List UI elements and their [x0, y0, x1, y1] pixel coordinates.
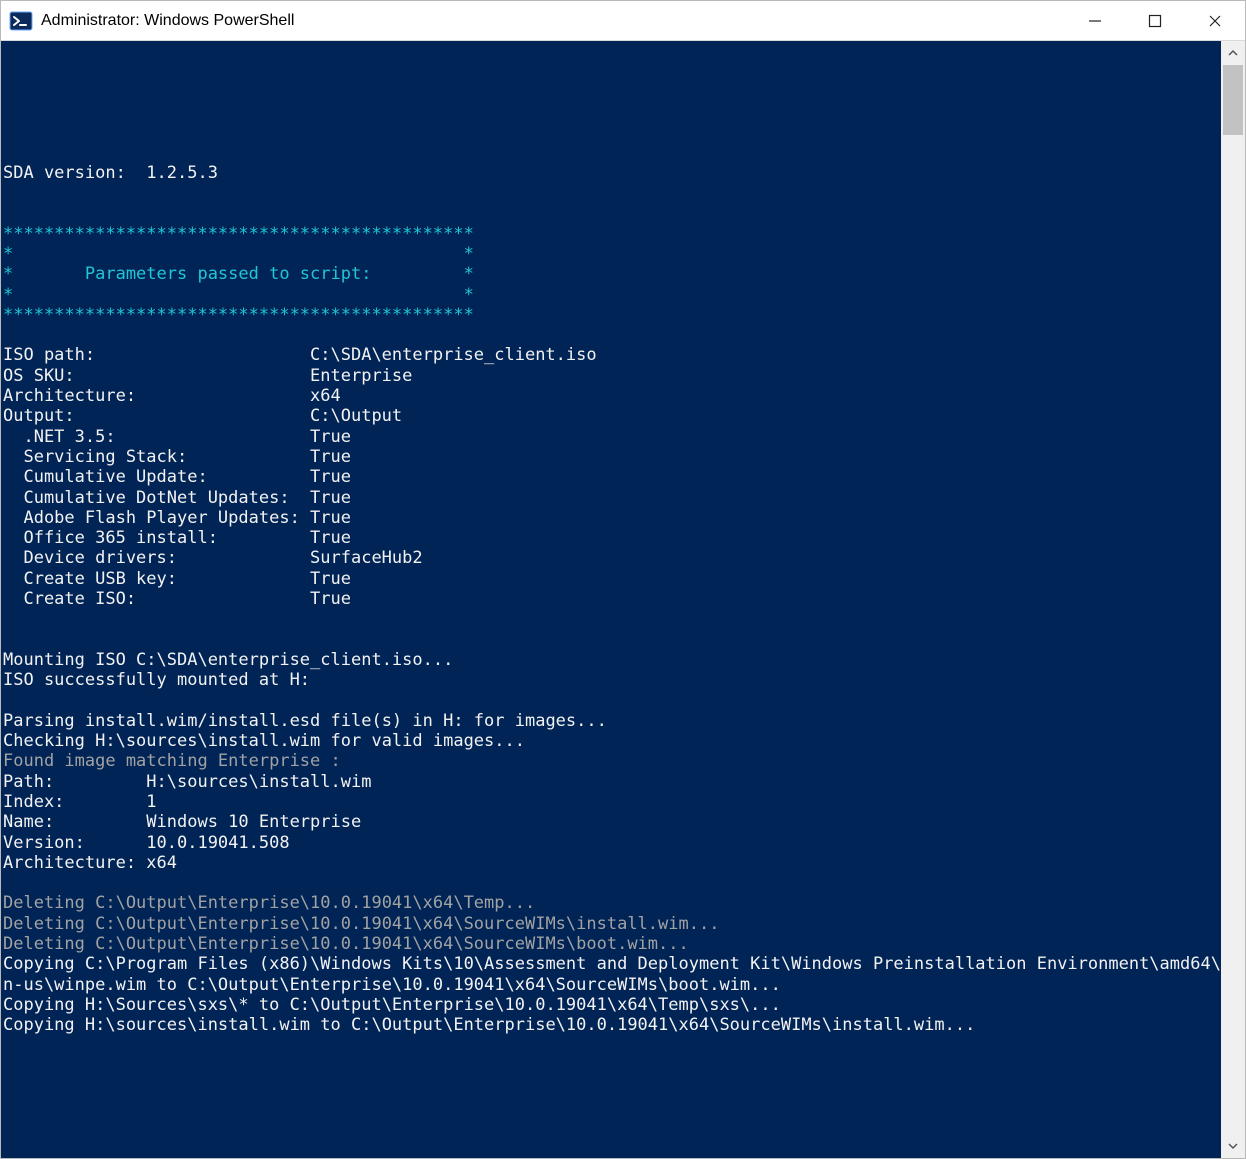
param-label-drivers: Device drivers:	[3, 548, 310, 568]
param-label-iso-path: ISO path:	[3, 345, 310, 365]
param-label-os-sku: OS SKU:	[3, 366, 310, 386]
log-found: Found image matching Enterprise :	[3, 751, 341, 771]
minimize-button[interactable]	[1065, 1, 1125, 40]
log-mounted: ISO successfully mounted at H:	[3, 670, 310, 690]
log-copy-install-wim: Copying H:\sources\install.wim to C:\Out…	[3, 1015, 975, 1035]
image-value-index: 1	[146, 792, 156, 812]
log-copy-sxs: Copying H:\Sources\sxs\* to C:\Output\En…	[3, 995, 781, 1015]
param-value-dotnet: True	[310, 427, 351, 447]
param-value-iso: True	[310, 589, 351, 609]
param-label-cdu: Cumulative DotNet Updates:	[3, 488, 310, 508]
param-value-drivers: SurfaceHub2	[310, 548, 423, 568]
param-value-usb: True	[310, 569, 351, 589]
log-copy-winpe-line1: Copying C:\Program Files (x86)\Windows K…	[3, 954, 1221, 974]
content-area: SDA version: 1.2.5.3 *******************…	[1, 41, 1245, 1158]
banner-side: * *	[3, 244, 474, 264]
image-label-path: Path:	[3, 772, 146, 792]
log-delete-temp: Deleting C:\Output\Enterprise\10.0.19041…	[3, 893, 535, 913]
param-value-cdu: True	[310, 488, 351, 508]
image-label-name: Name:	[3, 812, 146, 832]
caption-buttons	[1065, 1, 1245, 40]
powershell-window: Administrator: Windows PowerShell SDA ve…	[0, 0, 1246, 1159]
param-value-output: C:\Output	[310, 406, 402, 426]
param-label-cu: Cumulative Update:	[3, 467, 310, 487]
param-label-iso: Create ISO:	[3, 589, 310, 609]
param-label-ssu: Servicing Stack:	[3, 447, 310, 467]
param-label-usb: Create USB key:	[3, 569, 310, 589]
param-label-o365: Office 365 install:	[3, 528, 310, 548]
log-delete-boot-wim: Deleting C:\Output\Enterprise\10.0.19041…	[3, 934, 689, 954]
log-mount: Mounting ISO C:\SDA\enterprise_client.is…	[3, 650, 453, 670]
titlebar[interactable]: Administrator: Windows PowerShell	[1, 1, 1245, 41]
param-label-output: Output:	[3, 406, 310, 426]
log-delete-install-wim: Deleting C:\Output\Enterprise\10.0.19041…	[3, 914, 719, 934]
powershell-icon	[9, 9, 33, 33]
image-value-version: 10.0.19041.508	[146, 833, 289, 853]
param-value-iso-path: C:\SDA\enterprise_client.iso	[310, 345, 597, 365]
banner-heading: * Parameters passed to script: *	[3, 264, 474, 284]
banner-border: ****************************************…	[3, 224, 474, 244]
vertical-scrollbar[interactable]	[1221, 41, 1245, 1158]
console-output[interactable]: SDA version: 1.2.5.3 *******************…	[1, 41, 1221, 1158]
scroll-up-button[interactable]	[1221, 41, 1245, 65]
log-parsing: Parsing install.wim/install.esd file(s) …	[3, 711, 607, 731]
param-value-o365: True	[310, 528, 351, 548]
log-checking: Checking H:\sources\install.wim for vali…	[3, 731, 525, 751]
window-title: Administrator: Windows PowerShell	[41, 12, 1065, 30]
image-value-path: H:\sources\install.wim	[146, 772, 371, 792]
param-label-flash: Adobe Flash Player Updates:	[3, 508, 310, 528]
scroll-thumb[interactable]	[1223, 65, 1243, 135]
sda-version-label: SDA version:	[3, 163, 146, 183]
scroll-down-button[interactable]	[1221, 1134, 1245, 1158]
image-value-name: Windows 10 Enterprise	[146, 812, 361, 832]
sda-version: 1.2.5.3	[146, 163, 218, 183]
image-label-arch: Architecture:	[3, 853, 146, 873]
param-value-arch: x64	[310, 386, 341, 406]
param-value-flash: True	[310, 508, 351, 528]
banner-side: * *	[3, 285, 474, 305]
param-value-os-sku: Enterprise	[310, 366, 412, 386]
image-label-version: Version:	[3, 833, 146, 853]
image-value-arch: x64	[146, 853, 177, 873]
param-value-ssu: True	[310, 447, 351, 467]
param-value-cu: True	[310, 467, 351, 487]
banner-border: ****************************************…	[3, 305, 474, 325]
log-copy-winpe-line2: n-us\winpe.wim to C:\Output\Enterprise\1…	[3, 975, 781, 995]
maximize-button[interactable]	[1125, 1, 1185, 40]
param-label-arch: Architecture:	[3, 386, 310, 406]
close-button[interactable]	[1185, 1, 1245, 40]
image-label-index: Index:	[3, 792, 146, 812]
param-label-dotnet: .NET 3.5:	[3, 427, 310, 447]
